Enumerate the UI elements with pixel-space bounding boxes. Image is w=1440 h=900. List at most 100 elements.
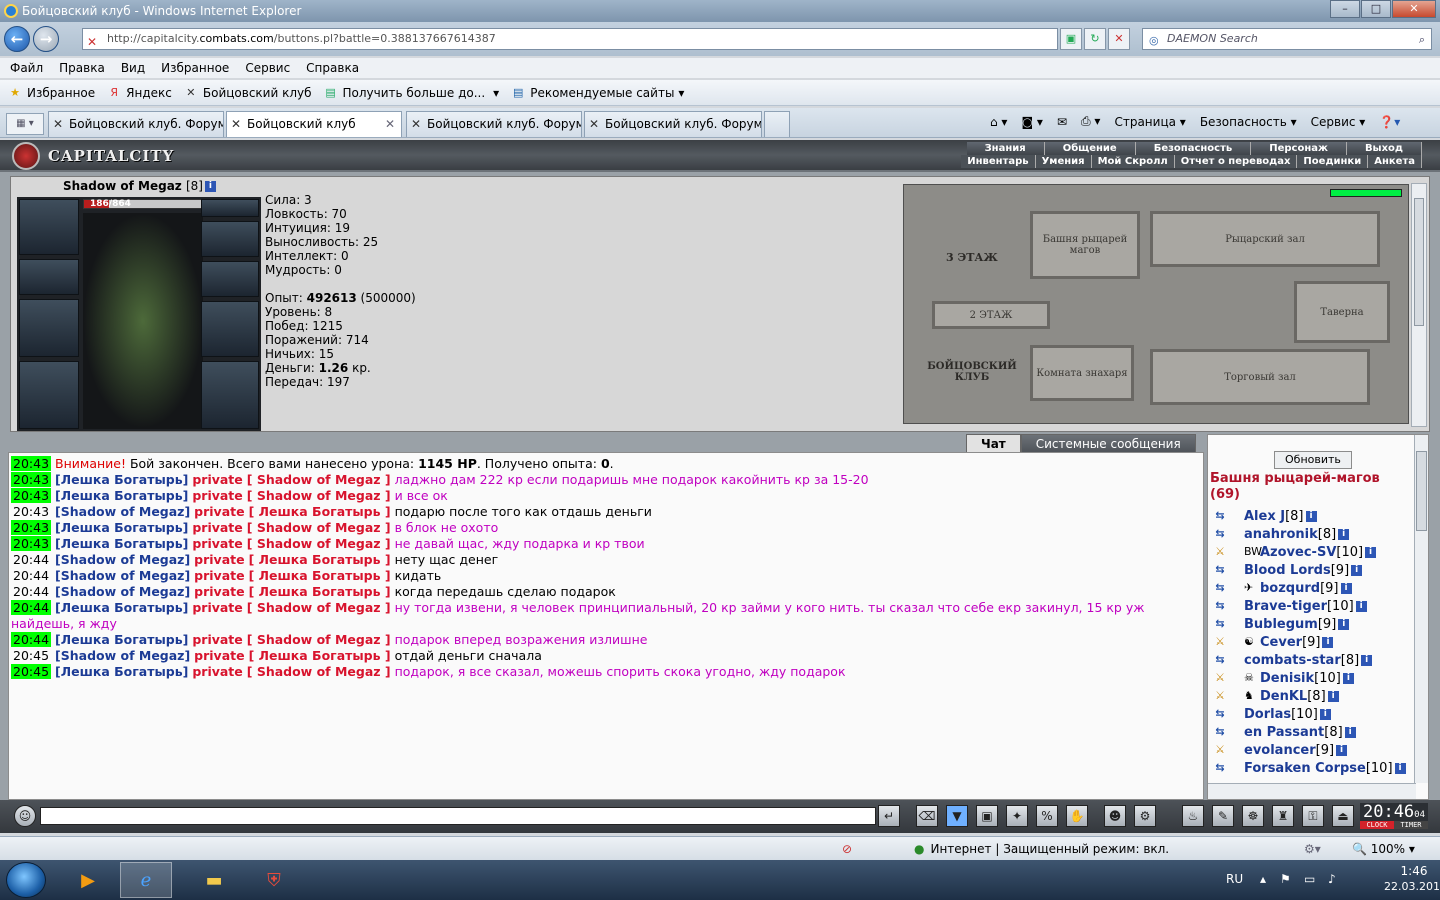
online-user[interactable]: ⚔ ☯ Cever [9] i [1210,633,1410,651]
chat-time[interactable]: 20:45 [11,664,52,679]
user-status-icon[interactable]: ⇆ [1210,653,1230,667]
menu-skills[interactable]: Умения [1035,155,1092,168]
user-status-icon[interactable]: ⚔ [1210,671,1230,685]
user-name[interactable]: en Passant [1244,725,1324,740]
lock-icon[interactable]: ⚿ [1302,805,1324,827]
online-user[interactable]: ⇆ en Passant [8] i [1210,723,1410,741]
user-status-icon[interactable]: ⇆ [1210,707,1230,721]
weapon-slot[interactable] [19,299,79,357]
fav-combats[interactable]: ✕ Бойцовский клуб [184,86,311,100]
clan-badge-icon[interactable]: ☠ [1244,671,1258,685]
bracers-slot[interactable] [19,259,79,295]
chevron-down-icon[interactable]: ▾ [493,86,499,100]
chat-time[interactable]: 20:44 [11,568,51,583]
info-icon[interactable]: i [1327,690,1339,702]
clan-badge-icon[interactable]: ✈ [1244,581,1258,595]
club-exit-link[interactable]: БОЙЦОВСКИЙ КЛУБ [926,361,1018,383]
menu-scroll[interactable]: Мой Скролл [1091,155,1175,168]
info-icon[interactable]: i [1365,546,1377,558]
eraser-icon[interactable]: ⌫ [916,805,938,827]
chat-sender[interactable]: [Лешка Богатырь] [55,536,188,551]
chat-sender[interactable]: [Shadow of Megaz] [55,504,190,519]
top-scrollbar[interactable] [1411,183,1427,427]
user-status-icon[interactable]: ⚔ [1210,689,1230,703]
user-status-icon[interactable]: ⇆ [1210,599,1230,613]
menu-exit[interactable]: Выход [1346,142,1422,155]
chat-sender[interactable]: [Лешка Богатырь] [55,520,188,535]
hand-icon[interactable]: ✋ [1066,805,1088,827]
forward-button[interactable]: → [33,26,59,52]
tab-forum-3[interactable]: ✕ Бойцовский клуб. Форум... [584,111,762,137]
info-icon[interactable]: i [1351,564,1363,576]
online-user[interactable]: ⇆ ✈ bozqurd [9] i [1210,579,1410,597]
chat-time[interactable]: 20:45 [11,648,51,663]
room-knights-hall[interactable]: Рыцарский зал [1150,211,1380,267]
fighter-icon[interactable]: ✦ [1006,805,1028,827]
chat-time[interactable]: 20:43 [11,488,52,503]
media-player-icon[interactable]: ▶ [62,862,114,898]
info-icon[interactable]: i [1338,528,1350,540]
online-user[interactable]: ⇆ anahronik [8] i [1210,525,1410,543]
info-icon[interactable]: i [1336,744,1348,756]
helmet-slot[interactable] [19,199,79,255]
info-icon[interactable]: i [1322,636,1334,648]
menu-help[interactable]: Справка [306,58,359,78]
smiley-icon[interactable]: ☻ [1104,805,1126,827]
chevron-down-icon[interactable]: ▾ [678,86,684,100]
chat-sender[interactable]: [Лешка Богатырь] [55,488,188,503]
clan-badge-icon[interactable]: ♞ [1244,689,1258,703]
info-icon[interactable]: i [1344,726,1356,738]
cmd-page[interactable]: Страница ▾ [1114,115,1185,129]
gloves-slot[interactable] [201,221,259,257]
menu-knowledge[interactable]: Знания [966,142,1045,155]
user-status-icon[interactable]: ⇆ [1210,563,1230,577]
chat-sender[interactable]: [Лешка Богатырь] [55,472,188,487]
address-field[interactable]: ✕ http://capitalcity.combats.com/buttons… [82,28,1058,50]
user-name[interactable]: Azovec-SV [1260,545,1336,560]
user-status-icon[interactable]: ⇆ [1210,725,1230,739]
tab-close-icon[interactable]: ✕ [385,112,395,136]
chat-recipient[interactable]: [ Лешка Богатырь ] [249,568,391,583]
chat-recipient[interactable]: [ Shadow of Megaz ] [247,488,391,503]
close-button[interactable]: ✕ [1392,0,1436,18]
chat-recipient[interactable]: [ Shadow of Megaz ] [247,600,391,615]
internet-explorer-icon[interactable]: ℯ [120,862,172,898]
chat-time[interactable]: 20:43 [11,504,51,519]
menu-social[interactable]: Общение [1044,142,1136,155]
chat-time[interactable]: 20:44 [11,600,52,615]
chat-recipient[interactable]: [ Shadow of Megaz ] [247,520,391,535]
chat-settings-icon[interactable]: ⚙ [1134,805,1156,827]
network-icon[interactable]: ▭ [1304,872,1315,886]
room-trade-hall[interactable]: Торговый зал [1150,349,1370,405]
user-name[interactable]: Alex J [1244,509,1285,524]
chat-sender[interactable]: [Shadow of Megaz] [55,648,190,663]
explorer-folder-icon[interactable]: ▬ [188,862,240,898]
chat-sender[interactable]: [Shadow of Megaz] [55,552,190,567]
info-icon[interactable]: i [1340,582,1352,594]
potion-icon[interactable]: ♨ [1182,805,1204,827]
chat-recipient[interactable]: [ Shadow of Megaz ] [247,472,391,487]
online-user[interactable]: ⚔ BW Azovec-SV [10] i [1210,543,1410,561]
user-status-icon[interactable]: ⇆ [1210,527,1230,541]
antivirus-icon[interactable]: ⛨ [248,862,300,898]
menu-inventory[interactable]: Инвентарь [961,155,1036,168]
compat-view-icon[interactable]: ▣ [1060,28,1082,50]
feeds-icon[interactable]: ◙ ▾ [1021,115,1042,129]
online-user[interactable]: ⚔ ☠ Denisik [10] i [1210,669,1410,687]
user-status-icon[interactable]: ⇆ [1210,617,1230,631]
refresh-button[interactable]: Обновить [1274,451,1352,469]
print-icon[interactable]: ⎙ ▾ [1081,114,1100,129]
zoom-level[interactable]: 🔍 100% ▾ [1352,837,1415,861]
send-icon[interactable]: ↵ [878,805,900,827]
menu-character[interactable]: Персонаж [1251,142,1347,155]
menu-file[interactable]: Файл [10,58,43,78]
chat-time[interactable]: 20:44 [11,552,51,567]
save-icon[interactable]: ▣ [976,805,998,827]
chat-time[interactable]: 20:44 [11,632,52,647]
info-icon[interactable]: i [1305,510,1317,522]
user-name[interactable]: Denisik [1260,671,1314,686]
user-status-icon[interactable]: ⇆ [1210,761,1230,775]
chat-recipient[interactable]: [ Shadow of Megaz ] [247,632,391,647]
refresh-icon[interactable]: ↻ [1084,28,1106,50]
chat-recipient[interactable]: [ Shadow of Megaz ] [247,536,391,551]
